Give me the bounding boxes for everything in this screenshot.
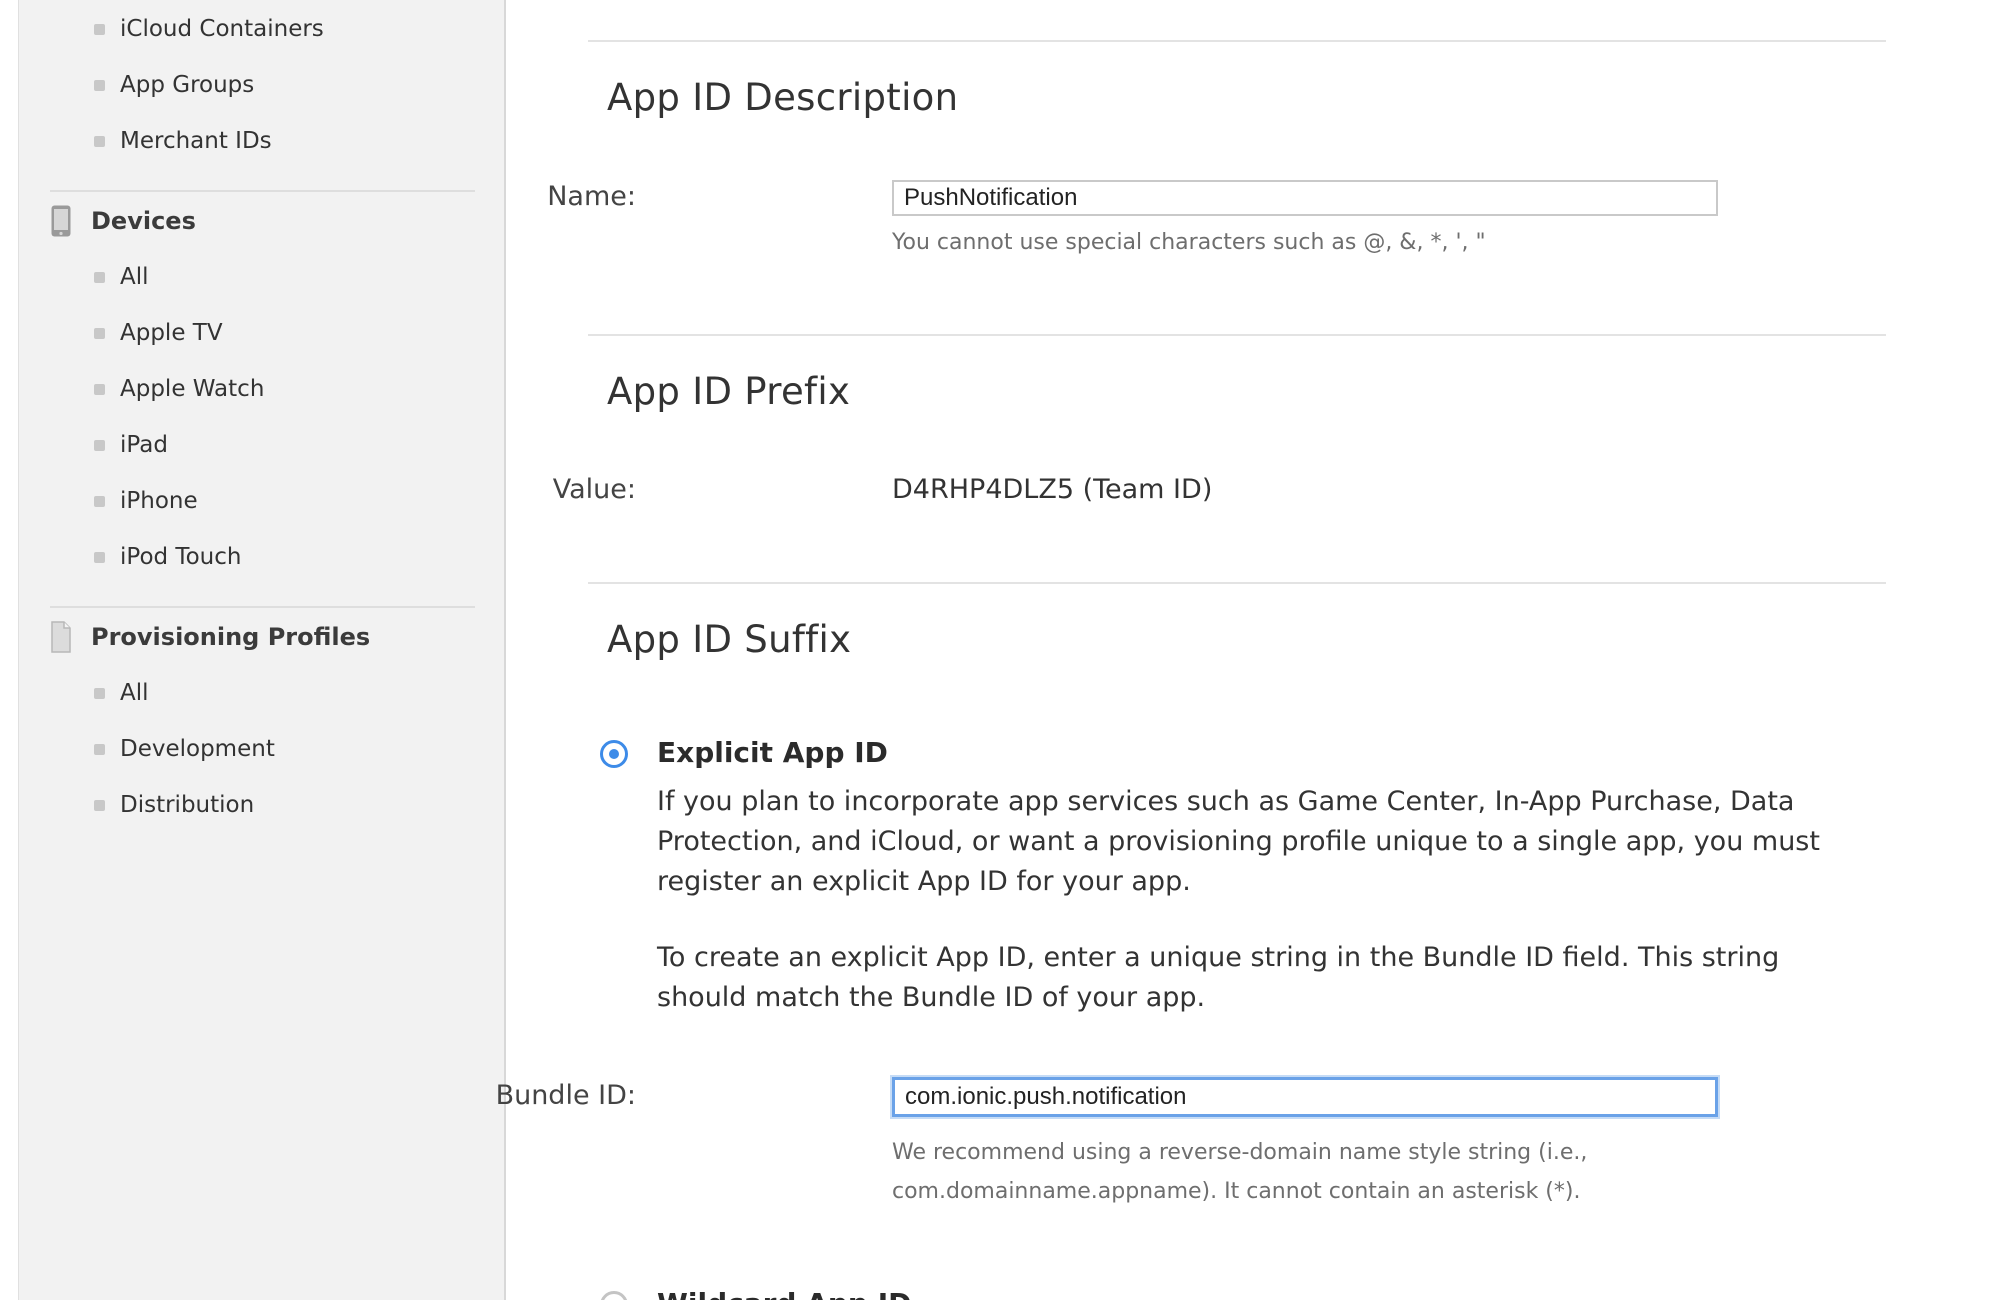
sidebar-item-label: Apple TV bbox=[120, 320, 223, 346]
sidebar-item-ipad[interactable]: iPad bbox=[94, 429, 168, 461]
prefix-value: D4RHP4DLZ5 (Team ID) bbox=[892, 474, 1213, 505]
sidebar-item-profiles-all[interactable]: All bbox=[94, 677, 149, 709]
wildcard-app-id-title[interactable]: Wildcard App ID bbox=[657, 1287, 911, 1300]
name-hint: You cannot use special characters such a… bbox=[892, 230, 1486, 255]
sidebar-item-development[interactable]: Development bbox=[94, 733, 275, 765]
sidebar-item-ipod-touch[interactable]: iPod Touch bbox=[94, 541, 241, 573]
page: iCloud Containers App Groups Merchant ID… bbox=[0, 0, 1994, 1300]
section-title-description: App ID Description bbox=[607, 76, 959, 119]
sidebar-heading-provisioning-profiles[interactable]: Provisioning Profiles bbox=[50, 619, 370, 655]
bullet-icon bbox=[94, 799, 105, 811]
wildcard-app-id-radio[interactable] bbox=[600, 1291, 628, 1300]
bullet-icon bbox=[94, 743, 105, 755]
sidebar-item-label: Distribution bbox=[120, 792, 255, 818]
section-divider bbox=[588, 40, 1886, 42]
bullet-icon bbox=[94, 551, 105, 563]
sidebar-heading-devices[interactable]: Devices bbox=[50, 203, 196, 239]
sidebar-item-label: All bbox=[120, 680, 149, 706]
sidebar-item-icloud-containers[interactable]: iCloud Containers bbox=[94, 13, 324, 45]
bundle-id-hint-line1: We recommend using a reverse-domain name… bbox=[892, 1140, 1588, 1165]
bullet-icon bbox=[94, 495, 105, 507]
bullet-icon bbox=[94, 383, 105, 395]
sidebar-item-apple-tv[interactable]: Apple TV bbox=[94, 317, 223, 349]
sidebar-item-label: iPad bbox=[120, 432, 168, 458]
section-title-prefix: App ID Prefix bbox=[607, 370, 851, 413]
sidebar-item-merchant-ids[interactable]: Merchant IDs bbox=[94, 125, 272, 157]
name-input[interactable] bbox=[892, 180, 1718, 216]
explicit-app-id-title[interactable]: Explicit App ID bbox=[657, 736, 888, 769]
section-title-suffix: App ID Suffix bbox=[607, 618, 852, 661]
sidebar-item-label: iPod Touch bbox=[120, 544, 242, 570]
sidebar-divider bbox=[50, 606, 475, 608]
bullet-icon bbox=[94, 23, 105, 35]
sidebar-item-iphone[interactable]: iPhone bbox=[94, 485, 198, 517]
sidebar-item-distribution[interactable]: Distribution bbox=[94, 789, 254, 821]
sidebar-item-devices-all[interactable]: All bbox=[94, 261, 149, 293]
main-content: App ID Description Name: You cannot use … bbox=[496, 0, 1994, 1300]
bullet-icon bbox=[94, 439, 105, 451]
sidebar-item-label: App Groups bbox=[120, 72, 255, 98]
sidebar-item-label: All bbox=[120, 264, 149, 290]
prefix-value-label: Value: bbox=[552, 474, 636, 505]
bundle-id-label: Bundle ID: bbox=[495, 1080, 636, 1111]
bullet-icon bbox=[94, 135, 105, 147]
explicit-app-id-description: If you plan to incorporate app services … bbox=[657, 786, 1820, 897]
document-icon bbox=[51, 621, 71, 653]
bullet-icon bbox=[94, 687, 105, 699]
sidebar-edge bbox=[0, 0, 19, 1300]
section-divider bbox=[588, 334, 1886, 336]
bundle-id-input[interactable] bbox=[892, 1077, 1718, 1117]
sidebar-item-app-groups[interactable]: App Groups bbox=[94, 69, 254, 101]
device-phone-icon bbox=[51, 205, 71, 237]
name-label: Name: bbox=[547, 181, 636, 212]
sidebar-item-label: iPhone bbox=[120, 488, 198, 514]
bullet-icon bbox=[94, 327, 105, 339]
section-divider bbox=[588, 582, 1886, 584]
explicit-app-id-instructions: To create an explicit App ID, enter a un… bbox=[657, 942, 1780, 1013]
sidebar-divider bbox=[50, 190, 475, 192]
sidebar-item-label: Merchant IDs bbox=[120, 128, 272, 154]
sidebar: iCloud Containers App Groups Merchant ID… bbox=[0, 0, 506, 1300]
sidebar-heading-label: Devices bbox=[91, 207, 196, 235]
bullet-icon bbox=[94, 79, 105, 91]
bullet-icon bbox=[94, 271, 105, 283]
sidebar-item-label: Development bbox=[120, 736, 275, 762]
sidebar-item-label: Apple Watch bbox=[120, 376, 265, 402]
sidebar-item-apple-watch[interactable]: Apple Watch bbox=[94, 373, 264, 405]
sidebar-item-label: iCloud Containers bbox=[120, 16, 324, 42]
sidebar-heading-label: Provisioning Profiles bbox=[91, 623, 371, 651]
explicit-app-id-radio[interactable] bbox=[600, 740, 628, 768]
bundle-id-hint-line2: com.domainname.appname). It cannot conta… bbox=[892, 1179, 1581, 1204]
